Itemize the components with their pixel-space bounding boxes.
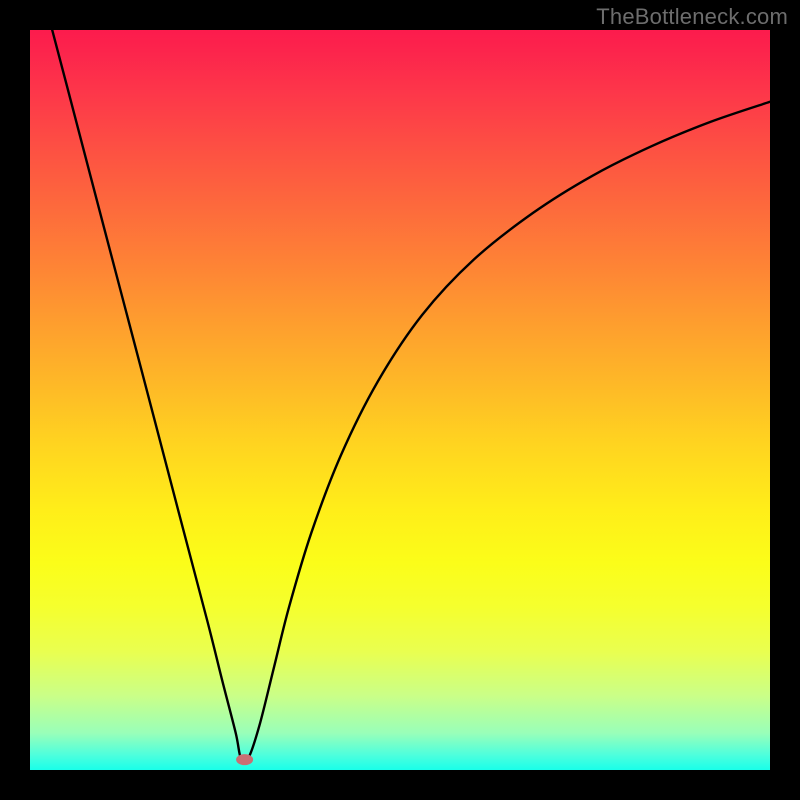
chart-stage: TheBottleneck.com (0, 0, 800, 800)
bottleneck-curve (52, 30, 770, 762)
watermark-text: TheBottleneck.com (596, 4, 788, 30)
plot-area (30, 30, 770, 770)
chart-svg (30, 30, 770, 770)
minimum-marker (237, 755, 253, 765)
